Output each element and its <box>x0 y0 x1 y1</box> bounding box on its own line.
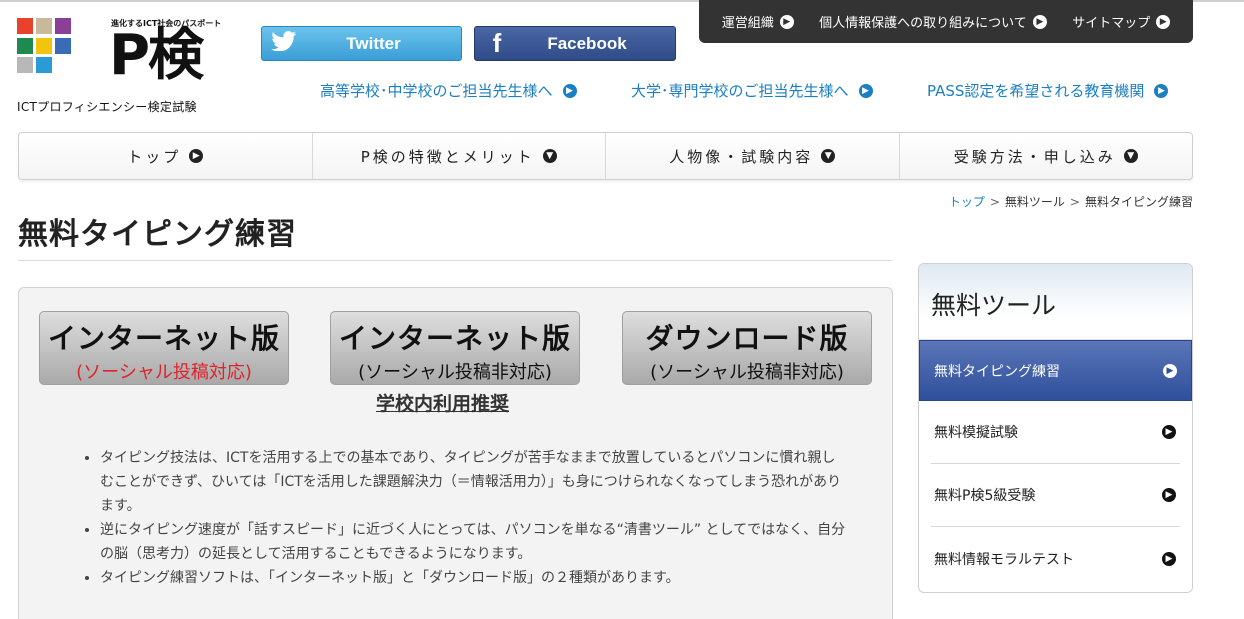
version-subtitle: (ソーシャル投稿非対応) <box>650 362 844 383</box>
sidebar-item-mock-exam[interactable]: 無料模擬試験 ▶ <box>931 401 1180 464</box>
link-label: PASS認定を希望される教育機関 <box>927 82 1145 100</box>
sidebar-free-tools: 無料ツール 無料タイピング練習 ▶ 無料模擬試験 ▶ 無料P検5級受験 ▶ 無料情報モ… <box>918 263 1193 593</box>
utility-link-label: 運営組織 <box>721 16 774 31</box>
mosaic-tile <box>55 18 71 34</box>
nav-item-label: P検の特徴とメリット <box>360 147 535 166</box>
sidebar-item-typing-practice[interactable]: 無料タイピング練習 ▶ <box>919 340 1192 401</box>
arrow-right-icon: ▶ <box>1032 14 1047 29</box>
mosaic-tile <box>55 57 71 74</box>
chevron-down-icon: ▼ <box>542 149 557 163</box>
breadcrumb-separator: > <box>989 195 1000 209</box>
mosaic-tile <box>17 37 33 54</box>
internet-version-nosocial-button[interactable]: インターネット版 (ソーシャル投稿非対応) <box>330 311 580 385</box>
utility-link-organization[interactable]: 運営組織 ▶ <box>722 12 794 31</box>
mosaic-tile <box>55 37 71 54</box>
nav-item-apply[interactable]: 受験方法・申し込み ▼ <box>900 133 1193 179</box>
nav-item-features[interactable]: P検の特徴とメリット ▼ <box>313 133 606 179</box>
title-divider <box>18 260 892 261</box>
description-list: タイピング技法は、ICTを活用する上での基本であり、タイピングが苦手なままで放置… <box>78 446 848 590</box>
mosaic-tile <box>17 57 33 74</box>
logo-mosaic <box>17 18 73 74</box>
arrow-right-icon: ▶ <box>1163 363 1177 378</box>
page-title: 無料タイピング練習 <box>18 217 297 252</box>
nav-item-top[interactable]: トップ ▶ <box>19 133 313 179</box>
utility-link-privacy[interactable]: 個人情報保護への取り組みについて ▶ <box>819 12 1047 31</box>
facebook-button[interactable]: f Facebook <box>474 26 676 61</box>
version-subtitle: (ソーシャル投稿対応) <box>76 362 252 383</box>
arrow-right-icon: ▶ <box>1156 14 1171 29</box>
sidebar-item-label: 無料タイピング練習 <box>934 363 1060 380</box>
twitter-button[interactable]: Twitter <box>261 26 462 61</box>
arrow-right-icon: ▶ <box>1154 83 1169 98</box>
download-version-button[interactable]: ダウンロード版 (ソーシャル投稿非対応) <box>622 311 872 385</box>
nav-item-exam-content[interactable]: 人物像・試験内容 ▼ <box>606 133 900 179</box>
link-high-school-teachers[interactable]: 高等学校･中学校のご担当先生様へ ▶ <box>320 80 577 101</box>
nav-item-label: 人物像・試験内容 <box>669 147 814 166</box>
nav-item-label: 受験方法・申し込み <box>953 147 1116 166</box>
utility-link-sitemap[interactable]: サイトマップ ▶ <box>1072 12 1171 31</box>
internet-version-social-button[interactable]: インターネット版 (ソーシャル投稿対応) <box>39 311 289 385</box>
chevron-down-icon: ▼ <box>1123 149 1138 163</box>
utility-link-label: 個人情報保護への取り組みについて <box>819 16 1027 31</box>
list-item: 逆にタイピング速度が「話すスピード」に近づく人にとっては、パソコンを単なる“清書… <box>100 518 848 566</box>
facebook-label: Facebook <box>547 33 627 53</box>
arrow-right-icon: ▶ <box>858 83 873 98</box>
version-subtitle: (ソーシャル投稿非対応) <box>358 362 552 383</box>
breadcrumb-separator: > <box>1069 195 1080 209</box>
sidebar-title: 無料ツール <box>919 264 1192 340</box>
facebook-f-icon: f <box>492 28 502 58</box>
version-title: インターネット版 <box>338 322 571 355</box>
site-logo[interactable]: 進化するICT社会のパスポート P検 ICTプロフィシエンシー検定試験 <box>17 18 232 116</box>
link-label: 大学･専門学校のご担当先生様へ <box>631 82 849 100</box>
list-item: タイピング技法は、ICTを活用する上での基本であり、タイピングが苦手なままで放置… <box>100 446 848 518</box>
version-title: インターネット版 <box>47 322 280 355</box>
link-university-teachers[interactable]: 大学･専門学校のご担当先生様へ ▶ <box>631 80 873 101</box>
breadcrumb-home[interactable]: トップ <box>949 195 985 209</box>
version-title: ダウンロード版 <box>645 322 849 355</box>
logo-subtitle: ICTプロフィシエンシー検定試験 <box>17 100 197 114</box>
arrow-right-icon: ▶ <box>1162 551 1176 566</box>
breadcrumb: トップ > 無料ツール > 無料タイピング練習 <box>949 193 1193 210</box>
link-label: 高等学校･中学校のご担当先生様へ <box>320 82 553 100</box>
arrow-right-icon: ▶ <box>1162 488 1176 502</box>
sidebar-item-label: 無料模擬試験 <box>934 425 1018 441</box>
twitter-label: Twitter <box>346 33 401 53</box>
mosaic-tile <box>36 37 52 54</box>
utility-nav: 運営組織 ▶ 個人情報保護への取り組みについて ▶ サイトマップ ▶ <box>699 0 1193 43</box>
sidebar-item-label: 無料情報モラルテスト <box>934 551 1074 568</box>
mosaic-tile <box>17 18 33 34</box>
main-nav: トップ ▶ P検の特徴とメリット ▼ 人物像・試験内容 ▼ 受験方法・申し込み ▼ <box>18 132 1193 180</box>
nav-item-label: トップ <box>127 147 182 166</box>
breadcrumb-current: 無料タイピング練習 <box>1084 195 1193 209</box>
sidebar-item-moral-test[interactable]: 無料情報モラルテスト ▶ <box>931 527 1180 590</box>
breadcrumb-section[interactable]: 無料ツール <box>1005 195 1065 209</box>
chevron-down-icon: ▼ <box>821 149 836 163</box>
arrow-right-icon: ▶ <box>779 14 794 29</box>
twitter-bird-icon <box>262 30 306 57</box>
link-pass-certification[interactable]: PASS認定を希望される教育機関 ▶ <box>927 80 1169 101</box>
sidebar-item-label: 無料P検5級受験 <box>934 488 1036 504</box>
arrow-right-icon: ▶ <box>562 83 577 98</box>
school-recommend-link[interactable]: 学校内利用推奨 <box>376 389 509 416</box>
utility-link-label: サイトマップ <box>1072 16 1151 31</box>
logo-wordmark: P検 <box>109 23 204 88</box>
arrow-right-icon: ▶ <box>189 149 204 163</box>
list-item: タイピング練習ソフトは、「インターネット版」と「ダウンロード版」の２種類がありま… <box>100 566 848 590</box>
arrow-right-icon: ▶ <box>1162 425 1176 439</box>
mosaic-tile <box>36 18 52 34</box>
sidebar-item-level5-exam[interactable]: 無料P検5級受験 ▶ <box>931 464 1180 527</box>
mosaic-tile <box>36 57 52 74</box>
